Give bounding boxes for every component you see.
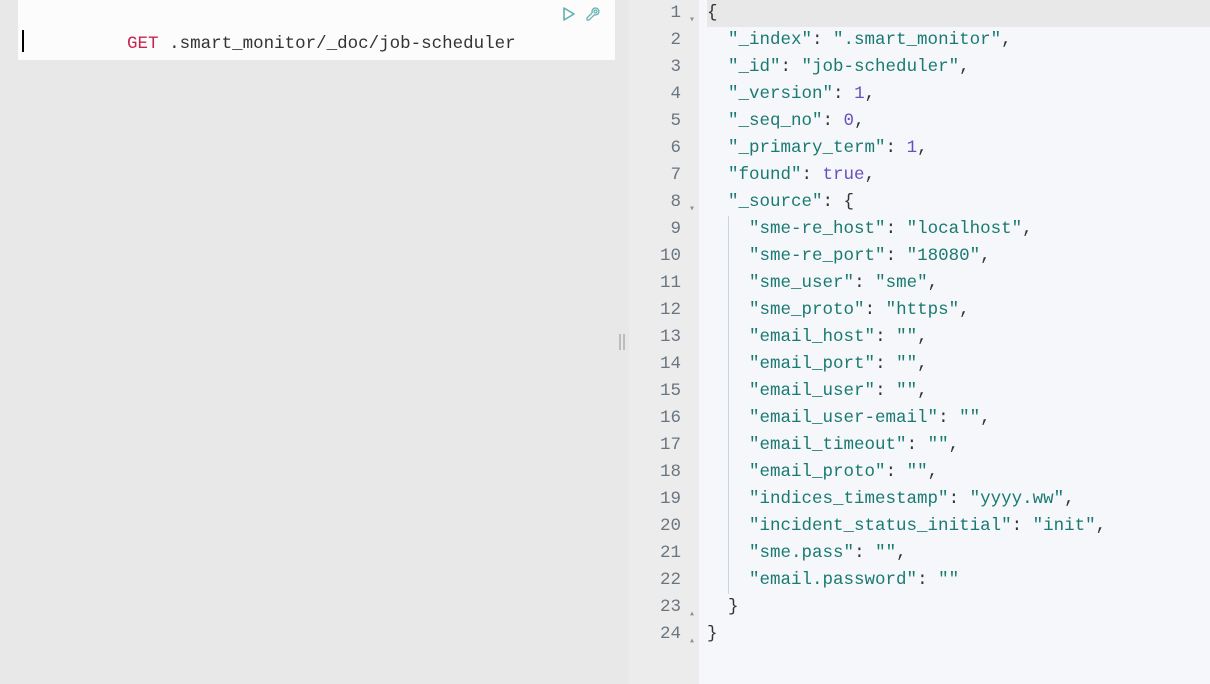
code-line: "email_proto": "",: [707, 459, 1210, 486]
line-number: 16: [629, 405, 681, 432]
code-line: "sme.pass": "",: [707, 540, 1210, 567]
line-number: 17: [629, 432, 681, 459]
run-icon[interactable]: [561, 6, 577, 28]
line-number: 2: [629, 27, 681, 54]
code-line: "email_user-email": "",: [707, 405, 1210, 432]
line-number: 5: [629, 108, 681, 135]
fold-close-icon[interactable]: ▴: [689, 628, 695, 655]
fold-open-icon[interactable]: ▾: [689, 7, 695, 34]
line-number: 15: [629, 378, 681, 405]
response-gutter: 1▾2345678▾91011121314151617181920212223▴…: [629, 0, 699, 684]
code-line: "_index": ".smart_monitor",: [707, 27, 1210, 54]
dev-console-split: GET .smart_monitor/_doc/job-scheduler 1▾…: [0, 0, 1210, 684]
text-cursor: [22, 30, 24, 52]
line-number: 9: [629, 216, 681, 243]
line-number: 13: [629, 324, 681, 351]
line-number: 20: [629, 513, 681, 540]
request-text[interactable]: GET .smart_monitor/_doc/job-scheduler: [18, 5, 516, 83]
line-number: 12: [629, 297, 681, 324]
request-path: .smart_monitor/_doc/job-scheduler: [169, 34, 516, 54]
request-gutter: [0, 0, 18, 684]
code-line: "_primary_term": 1,: [707, 135, 1210, 162]
code-line: "sme_proto": "https",: [707, 297, 1210, 324]
code-line: "email_host": "",: [707, 324, 1210, 351]
line-number: 21: [629, 540, 681, 567]
code-line: {: [707, 0, 1210, 27]
code-line: "sme_user": "sme",: [707, 270, 1210, 297]
code-line: "email.password": "": [707, 567, 1210, 594]
line-number: 1▾: [629, 0, 681, 27]
code-line: "incident_status_initial": "init",: [707, 513, 1210, 540]
request-actions: [561, 6, 607, 28]
fold-close-icon[interactable]: ▴: [689, 601, 695, 628]
line-number: 19: [629, 486, 681, 513]
line-number: 10: [629, 243, 681, 270]
code-line: "email_timeout": "",: [707, 432, 1210, 459]
http-method: GET: [127, 34, 159, 54]
code-line: "_id": "job-scheduler",: [707, 54, 1210, 81]
code-line: }: [707, 621, 1210, 648]
code-line: "_version": 1,: [707, 81, 1210, 108]
line-number: 23▴: [629, 594, 681, 621]
line-number: 3: [629, 54, 681, 81]
line-number: 22: [629, 567, 681, 594]
pane-resize-handle[interactable]: [615, 0, 629, 684]
code-line: "indices_timestamp": "yyyy.ww",: [707, 486, 1210, 513]
line-number: 24▴: [629, 621, 681, 648]
code-line: "sme-re_port": "18080",: [707, 243, 1210, 270]
code-line: "_source": {: [707, 189, 1210, 216]
response-pane: 1▾2345678▾91011121314151617181920212223▴…: [629, 0, 1210, 684]
line-number: 8▾: [629, 189, 681, 216]
code-line: "email_user": "",: [707, 378, 1210, 405]
code-line: "_seq_no": 0,: [707, 108, 1210, 135]
response-body[interactable]: { "_index": ".smart_monitor", "_id": "jo…: [699, 0, 1210, 684]
line-number: 4: [629, 81, 681, 108]
request-pane: GET .smart_monitor/_doc/job-scheduler: [0, 0, 615, 684]
line-number: 11: [629, 270, 681, 297]
line-number: 7: [629, 162, 681, 189]
wrench-icon[interactable]: [585, 6, 601, 28]
line-number: 14: [629, 351, 681, 378]
request-editor[interactable]: GET .smart_monitor/_doc/job-scheduler: [18, 0, 615, 684]
code-line: "found": true,: [707, 162, 1210, 189]
request-line[interactable]: GET .smart_monitor/_doc/job-scheduler: [18, 0, 615, 60]
code-line: "email_port": "",: [707, 351, 1210, 378]
code-line: "sme-re_host": "localhost",: [707, 216, 1210, 243]
fold-open-icon[interactable]: ▾: [689, 196, 695, 223]
code-line: }: [707, 594, 1210, 621]
line-number: 18: [629, 459, 681, 486]
line-number: 6: [629, 135, 681, 162]
